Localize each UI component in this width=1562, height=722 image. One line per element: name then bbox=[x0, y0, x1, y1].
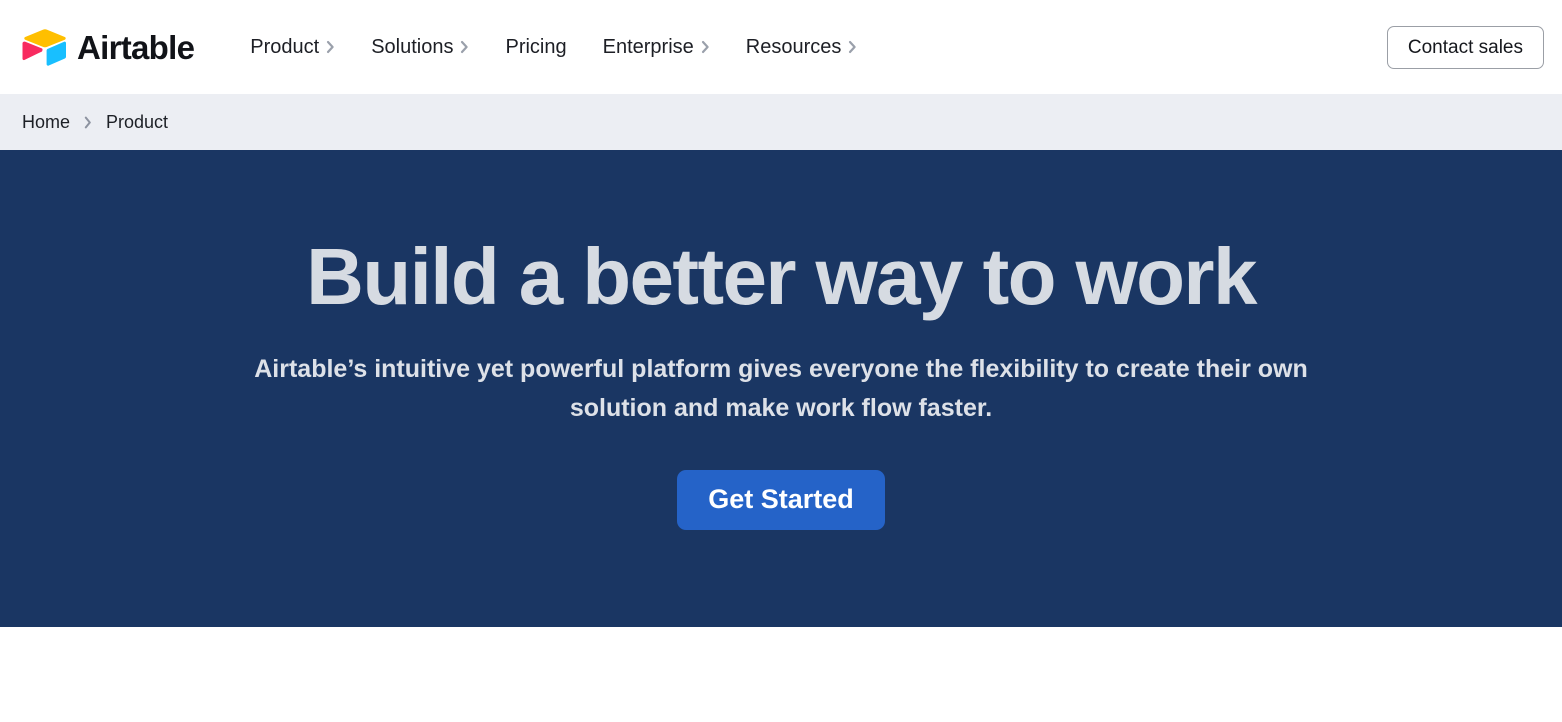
chevron-right-icon bbox=[327, 40, 334, 54]
hero-subtitle: Airtable’s intuitive yet powerful platfo… bbox=[254, 355, 1308, 422]
nav-item-product[interactable]: Product bbox=[232, 28, 353, 67]
nav-item-enterprise[interactable]: Enterprise bbox=[585, 28, 728, 67]
nav-item-pricing[interactable]: Pricing bbox=[487, 28, 584, 67]
site-header: Airtable Product Solutions Pricing Enter… bbox=[0, 0, 1562, 94]
nav-item-label: Solutions bbox=[371, 35, 454, 58]
chevron-right-icon bbox=[701, 40, 709, 54]
main-navigation: Product Solutions Pricing Enterprise Res… bbox=[232, 28, 1540, 67]
nav-item-label: Resources bbox=[745, 35, 842, 58]
get-started-button[interactable]: Get Started bbox=[677, 469, 885, 530]
breadcrumb: Home Product bbox=[0, 94, 1562, 150]
nav-item-label: Pricing bbox=[505, 35, 567, 58]
page-content-area bbox=[0, 627, 1562, 722]
nav-item-label: Enterprise bbox=[602, 35, 694, 58]
brand-name: Airtable bbox=[77, 28, 195, 66]
page-title: Build a better way to work bbox=[306, 232, 1257, 321]
breadcrumb-item-product: Product bbox=[106, 111, 169, 132]
brand-logo-link[interactable]: Airtable bbox=[22, 28, 195, 66]
airtable-logo-icon bbox=[22, 29, 66, 66]
nav-item-label: Product bbox=[250, 35, 320, 58]
breadcrumb-item-home[interactable]: Home bbox=[22, 112, 70, 133]
chevron-right-icon bbox=[849, 40, 857, 54]
chevron-right-icon bbox=[461, 40, 469, 54]
nav-item-resources[interactable]: Resources bbox=[728, 28, 876, 67]
contact-sales-button[interactable]: Contact sales bbox=[1386, 26, 1544, 69]
hero-section: Build a better way to work Airtable’s in… bbox=[0, 150, 1562, 627]
chevron-right-icon bbox=[70, 116, 106, 129]
nav-item-solutions[interactable]: Solutions bbox=[353, 28, 487, 67]
